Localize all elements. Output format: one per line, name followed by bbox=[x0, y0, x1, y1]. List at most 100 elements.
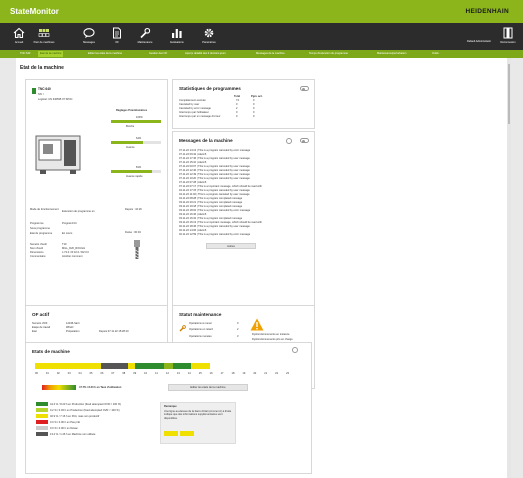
maint-row-note: Dysfonctionnements pris en charge bbox=[252, 338, 293, 341]
tab-maintenance[interactable]: Maintenance/perturbation bbox=[375, 51, 408, 57]
tab-machine-name[interactable]: TNC 640 bbox=[18, 51, 32, 57]
hour-label: 07 bbox=[111, 372, 115, 375]
hour-label: 21 bbox=[264, 372, 268, 375]
legend-swatch bbox=[36, 432, 48, 437]
nav-evaluations[interactable]: Evaluations bbox=[162, 25, 192, 49]
timeline-segment bbox=[100, 363, 128, 369]
field-value-tool-name: MILL_D20_ROUGH bbox=[62, 247, 86, 250]
legend-swatch bbox=[36, 426, 48, 431]
stats-row-total: 0 bbox=[236, 111, 238, 114]
tab-tools[interactable]: Outils bbox=[430, 51, 441, 57]
program-stats-panel: Statistiques de programmes Total Pgm. ac… bbox=[172, 79, 315, 129]
nav-messages-label: Messages bbox=[83, 41, 95, 44]
order-state-value: Préparation bbox=[66, 330, 80, 333]
wrench-icon bbox=[140, 27, 151, 39]
timeline-segment bbox=[35, 363, 101, 369]
legend-item: 40.9 % / 7.16 h en Prêt, mais non produc… bbox=[36, 414, 99, 419]
utilization-bar bbox=[42, 385, 76, 390]
edit-states-button[interactable]: Editer les états de la machine bbox=[168, 384, 248, 391]
message-line: 07.11.22 17:46 | This is a program cance… bbox=[179, 157, 250, 160]
nav-messages[interactable]: Messages bbox=[74, 25, 104, 49]
scrollbar-thumb[interactable] bbox=[508, 64, 510, 124]
logout-button[interactable]: Déconnexion bbox=[494, 25, 522, 49]
tab-bar: TNC 640 Etat de la machine Editer les ét… bbox=[0, 50, 523, 58]
override-rapid-bar bbox=[111, 170, 161, 173]
message-line: 07.11.22 12:46 | This is a program cance… bbox=[179, 169, 250, 172]
tab-order-management[interactable]: Gestion des OF bbox=[147, 51, 169, 57]
tab-machine-state[interactable]: Etat de la machine bbox=[38, 51, 64, 57]
hour-label: 00 bbox=[35, 372, 38, 375]
field-label-tool-number: Numéro d'outil bbox=[30, 243, 47, 246]
hour-label: 06 bbox=[100, 372, 104, 375]
hour-label: 09 bbox=[133, 372, 137, 375]
nav-machine-park-label: Parc de machines bbox=[33, 41, 55, 44]
tab-edit-states[interactable]: Editer les états de la machine bbox=[86, 51, 124, 57]
message-line: 07.11.22 07:17 | This is a important mes… bbox=[179, 185, 262, 188]
hour-label: 04 bbox=[78, 372, 82, 375]
field-value-tool-number: T10 bbox=[62, 243, 67, 246]
hour-label: 17 bbox=[220, 372, 224, 375]
message-line: 03.11.22 19:18 | This is a program compl… bbox=[179, 205, 243, 208]
states-settings-icon[interactable] bbox=[292, 347, 298, 353]
order-number-value: 12345-Sarit bbox=[66, 322, 80, 325]
messages-toggle[interactable] bbox=[300, 138, 309, 143]
hour-label: 03 bbox=[67, 372, 71, 375]
stats-row-total: 2 bbox=[236, 107, 238, 110]
user-menu[interactable]: Default Administrator bbox=[466, 25, 492, 49]
legend-swatch bbox=[36, 414, 48, 419]
brand-logo: HEIDENHAIN bbox=[465, 8, 509, 15]
stats-row-label: Complètement exécuté bbox=[179, 99, 206, 102]
stats-row-label: Canceled by user bbox=[179, 103, 200, 106]
override-feed-label: Avance bbox=[126, 146, 135, 149]
stats-row-label: Interrompu par l'utilisateur bbox=[179, 111, 209, 114]
override-rapid-value: 81% bbox=[136, 166, 142, 169]
hour-label: 14 bbox=[187, 372, 191, 375]
stats-row-total: 0 bbox=[236, 115, 238, 118]
field-value-program-state: En cours bbox=[62, 232, 73, 235]
tab-3-days-overview[interactable]: Aperçu détaillé des 3 derniers jours bbox=[183, 51, 228, 57]
main-navigation: Accueil Parc de machines Messages OF Mai… bbox=[0, 23, 523, 50]
messages-settings-icon[interactable] bbox=[286, 138, 292, 144]
field-label-dimensions: Dimensions bbox=[30, 251, 44, 254]
stats-row-label: Canceled by error message bbox=[179, 107, 211, 110]
message-line: 03.11.22 16:13 | This is a important mes… bbox=[179, 221, 262, 224]
nav-machine-park[interactable]: Parc de machines bbox=[26, 25, 62, 49]
maintenance-title: Statut maintenance bbox=[179, 312, 222, 317]
timeline-segment bbox=[163, 363, 173, 369]
tab-program-runtime[interactable]: Temps d'exécution du programme bbox=[307, 51, 350, 57]
hour-label: 19 bbox=[242, 372, 246, 375]
work-step-value: WFeD bbox=[66, 326, 74, 329]
timeline-segment bbox=[127, 363, 136, 369]
override-spindle-bar bbox=[111, 120, 161, 123]
nav-settings[interactable]: Paramètres bbox=[194, 25, 224, 49]
machine-park-icon bbox=[38, 29, 50, 37]
machine-status-indicator bbox=[32, 88, 36, 94]
field-value-dimensions: L:72.0 / R:10.0 / R2:0.0 bbox=[62, 251, 89, 254]
hour-label: 16 bbox=[209, 372, 213, 375]
legend-text: 13.2 % / 1.46 h en Machine non utilisée bbox=[50, 433, 96, 436]
order-state-since: Depuis 07.11.22 15:28:10 bbox=[99, 330, 129, 333]
tab-machine-messages[interactable]: Messages de la machine bbox=[254, 51, 287, 57]
messages-more-button[interactable]: Autres bbox=[206, 243, 256, 249]
scrollbar[interactable] bbox=[507, 58, 511, 478]
logout-label: Déconnexion bbox=[500, 41, 516, 44]
legend-text: 40.9 % / 7.16 h en Prêt, mais non produc… bbox=[50, 415, 100, 418]
overrides-title: Réglages Potentiomètres bbox=[116, 109, 148, 112]
override-feed-value: 64% bbox=[136, 137, 142, 140]
stats-toggle[interactable] bbox=[300, 86, 309, 91]
legend-swatch bbox=[36, 420, 48, 425]
tool-icon bbox=[134, 240, 140, 259]
hour-label: 10 bbox=[144, 372, 148, 375]
machine-tool-icon bbox=[35, 135, 81, 174]
message-line: 07.11.22 12:49 | This is a program cance… bbox=[179, 173, 250, 176]
message-line: 07.11.22 07:28 | Alarm6 bbox=[179, 181, 207, 184]
nav-maintenance[interactable]: Maintenance bbox=[130, 25, 160, 49]
field-label-tool-name: Nom d'outil bbox=[30, 247, 43, 250]
hour-label: 20 bbox=[253, 372, 257, 375]
app-title: StateMonitor bbox=[10, 7, 59, 16]
nav-orders[interactable]: OF bbox=[102, 25, 132, 49]
field-label-program-state: Etat du programme bbox=[30, 232, 53, 235]
legend-text: 44.4 % / 8.20 h en Production (fixed att… bbox=[50, 403, 122, 406]
message-line: 02.11.22 14:06 | Alarm6 bbox=[179, 229, 207, 232]
maint-row-count: 2 bbox=[237, 328, 239, 331]
